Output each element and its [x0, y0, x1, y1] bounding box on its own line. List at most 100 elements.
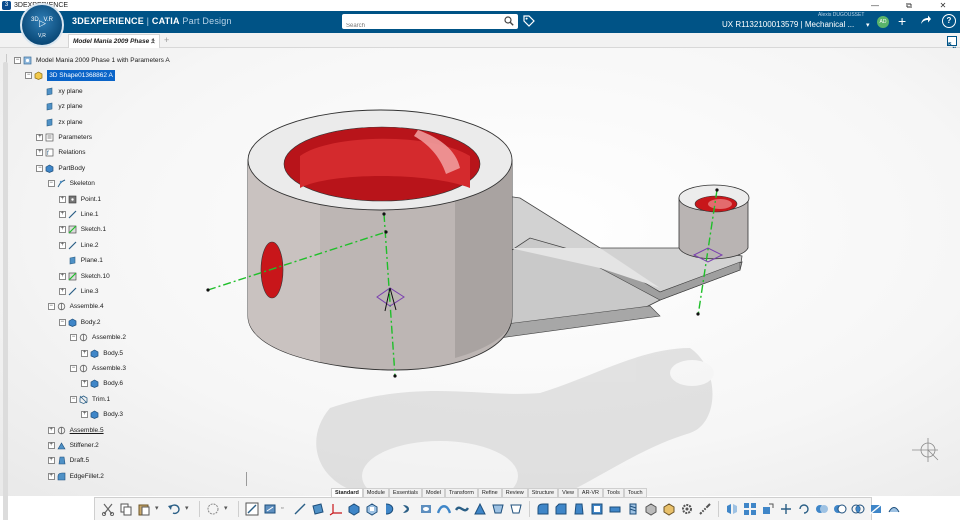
tree-node-label[interactable]: Stiffener.2	[70, 440, 99, 451]
tree-node-label[interactable]: Body.6	[103, 378, 123, 389]
boolean-remove-icon[interactable]	[833, 502, 847, 516]
expand-toggle-icon[interactable]: +	[58, 211, 66, 218]
copy-icon[interactable]	[119, 502, 133, 516]
user-name[interactable]: Alexis DUGOUSSET	[818, 12, 864, 18]
chevron-down-icon[interactable]: ▾	[866, 21, 870, 29]
groove-icon[interactable]	[401, 502, 415, 516]
tree-node-label[interactable]: zx plane	[58, 117, 82, 128]
tree-node-label[interactable]: EdgeFillet.2	[70, 471, 104, 482]
slot-icon[interactable]	[455, 502, 469, 516]
thread-icon[interactable]	[626, 502, 640, 516]
specification-tree[interactable]: − Model Mania 2009 Phase 1 with Parameter…	[0, 48, 250, 520]
edge-fillet-icon[interactable]	[536, 502, 550, 516]
split-icon[interactable]	[869, 502, 883, 516]
help-button[interactable]: ?	[942, 14, 956, 28]
collaborative-space-context[interactable]: UX R1132100013579 | Mechanical ...	[722, 20, 854, 29]
rib-icon[interactable]	[437, 502, 451, 516]
tree-node-label[interactable]: Assemble.4	[70, 301, 104, 312]
tab-essentials[interactable]: Essentials	[388, 488, 422, 497]
sketch-icon[interactable]	[245, 502, 259, 516]
expand-toggle-icon[interactable]: +	[36, 149, 44, 157]
tree-node-label[interactable]: Assemble.2	[92, 332, 126, 343]
add-tab-button[interactable]: +	[164, 35, 169, 45]
rotate-icon[interactable]	[797, 502, 811, 516]
axis-system-icon[interactable]	[329, 502, 343, 516]
expand-toggle-icon[interactable]: +	[81, 380, 89, 388]
expand-toggle-icon[interactable]: +	[47, 472, 55, 480]
cut-icon[interactable]	[101, 502, 115, 516]
thread-icon[interactable]	[626, 502, 640, 516]
tab-standard[interactable]: Standard	[331, 488, 363, 497]
tree-node-label[interactable]: Skeleton	[70, 178, 95, 189]
pattern-icon[interactable]	[743, 502, 757, 516]
collapse-toggle-icon[interactable]: −	[47, 303, 55, 311]
pocket-icon[interactable]	[365, 502, 379, 516]
groove-icon[interactable]	[401, 502, 415, 516]
avatar[interactable]: AD	[877, 16, 889, 28]
hole-icon[interactable]	[419, 502, 433, 516]
intersect-icon[interactable]	[851, 502, 865, 516]
tab-transform[interactable]: Transform	[444, 488, 478, 497]
share-icon[interactable]	[920, 14, 932, 26]
tree-node-label[interactable]: Parameters	[58, 132, 92, 143]
edge-fillet-icon[interactable]	[536, 502, 550, 516]
robot-manipulator-icon[interactable]	[908, 436, 942, 466]
tree-node-label[interactable]: PartBody	[58, 163, 85, 174]
expand-toggle-icon[interactable]: +	[58, 195, 66, 203]
pad-icon[interactable]	[347, 502, 361, 516]
tree-node-label[interactable]: Sketch.10	[81, 271, 110, 282]
collapse-toggle-icon[interactable]: −	[25, 72, 33, 80]
pocket-icon[interactable]	[365, 502, 379, 516]
dropdown-chevron-icon[interactable]: ▾	[224, 502, 232, 516]
sew-surface-icon[interactable]	[887, 502, 901, 516]
minimize-button[interactable]: —	[858, 0, 892, 11]
restore-button[interactable]: ⧉	[892, 0, 926, 11]
tree-node-label[interactable]: Point.1	[81, 194, 101, 205]
slot-icon[interactable]	[455, 502, 469, 516]
chamfer-icon[interactable]	[554, 502, 568, 516]
undo-icon[interactable]	[167, 502, 181, 516]
hole-icon[interactable]	[419, 502, 433, 516]
removed-multi-section-icon[interactable]	[509, 502, 523, 516]
collapse-toggle-icon[interactable]: −	[70, 334, 77, 342]
expand-toggle-icon[interactable]: +	[81, 411, 89, 419]
expand-toggle-icon[interactable]: +	[81, 349, 89, 357]
thickness-icon[interactable]	[608, 502, 622, 516]
expand-icon[interactable]	[947, 36, 957, 50]
tree-node-label[interactable]: Plane.1	[81, 255, 103, 266]
expand-toggle-icon[interactable]: +	[47, 457, 55, 465]
multi-section-solid-icon[interactable]	[491, 502, 505, 516]
tree-resize-handle[interactable]	[246, 472, 247, 486]
thickness-icon[interactable]	[608, 502, 622, 516]
collapse-toggle-icon[interactable]: −	[58, 318, 66, 326]
tab-module[interactable]: Module	[362, 488, 389, 497]
translate-icon[interactable]	[779, 502, 793, 516]
tree-node-label[interactable]: xy plane	[58, 86, 82, 97]
tree-node-label[interactable]: Assemble.5	[70, 425, 104, 436]
chamfer-icon[interactable]	[554, 502, 568, 516]
tree-node-label[interactable]: Line.3	[81, 286, 99, 297]
tab-touch[interactable]: Touch	[623, 488, 647, 497]
replace-face-icon[interactable]	[662, 502, 676, 516]
mirror-icon[interactable]	[725, 502, 739, 516]
tree-node-label[interactable]: 3D Shape01368862 A	[47, 70, 115, 82]
dropdown-chevron-icon[interactable]: ▾	[185, 502, 193, 516]
scaling-icon[interactable]	[761, 502, 775, 516]
tree-node-label[interactable]: Model Mania 2009 Phase 1 with Parameters…	[36, 55, 170, 66]
remove-face-icon[interactable]	[644, 502, 658, 516]
split-icon[interactable]	[869, 502, 883, 516]
tab-model[interactable]: Model	[421, 488, 445, 497]
plane-icon[interactable]	[311, 502, 325, 516]
shaft-icon[interactable]	[383, 502, 397, 516]
line-icon[interactable]	[293, 502, 307, 516]
boolean-add-icon[interactable]	[815, 502, 829, 516]
collapse-toggle-icon[interactable]: −	[70, 365, 77, 372]
tab-model-mania[interactable]: Model Mania 2009 Phase 1 ✕	[68, 34, 160, 48]
expand-toggle-icon[interactable]: +	[47, 426, 55, 434]
intersect-icon[interactable]	[851, 502, 865, 516]
rib-icon[interactable]	[437, 502, 451, 516]
close-window-button[interactable]: ✕	[926, 0, 960, 11]
pattern-icon[interactable]	[743, 502, 757, 516]
multi-section-solid-icon[interactable]	[491, 502, 505, 516]
search-box[interactable]	[342, 14, 518, 34]
